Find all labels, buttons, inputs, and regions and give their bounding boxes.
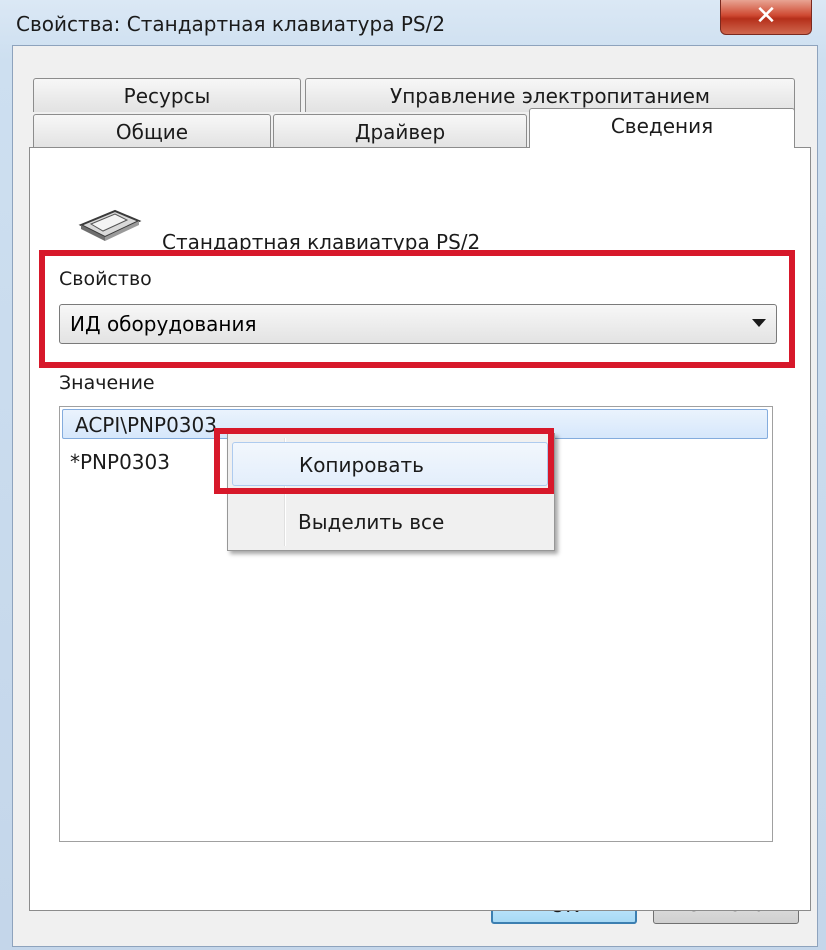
dialog-window: Свойства: Стандартная клавиатура PS/2 ✕ … (0, 0, 826, 950)
close-button[interactable]: ✕ (720, 0, 812, 35)
list-item[interactable]: *PNP0303 (70, 447, 170, 477)
copy-highlight-box (214, 428, 554, 494)
property-label: Свойство (59, 268, 152, 290)
tab-details[interactable]: Сведения (529, 108, 795, 148)
tab-resources[interactable]: Ресурсы (33, 78, 301, 112)
tab-driver[interactable]: Драйвер (273, 114, 527, 148)
value-label: Значение (59, 372, 155, 394)
close-icon: ✕ (755, 1, 777, 31)
tab-general[interactable]: Общие (33, 114, 271, 148)
tab-power-management[interactable]: Управление электропитанием (305, 78, 795, 112)
dialog-client-area: Ресурсы Управление электропитанием Общие… (12, 45, 818, 947)
dropdown-arrow-icon (752, 319, 766, 327)
property-select[interactable]: ИД оборудования (59, 304, 777, 344)
window-title: Свойства: Стандартная клавиатура PS/2 (16, 12, 446, 36)
property-selected-value: ИД оборудования (70, 312, 257, 336)
keyboard-icon (78, 209, 142, 241)
menu-item-select-all[interactable]: Выделить все (232, 500, 548, 544)
